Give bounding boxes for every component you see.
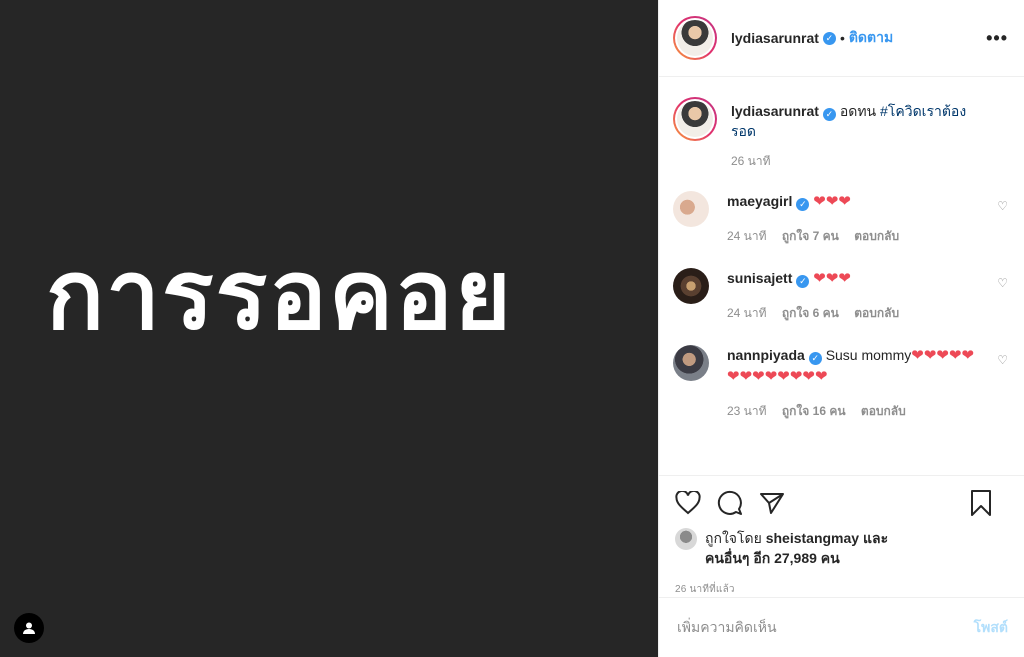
likes-middle: และ (862, 530, 889, 546)
comment-like-icon[interactable]: ♡ (997, 353, 1008, 367)
share-icon[interactable] (759, 491, 785, 515)
post-timestamp[interactable]: 26 นาทีที่แล้ว (675, 582, 1008, 597)
more-options-icon[interactable]: ••• (986, 28, 1008, 49)
post-media[interactable]: การรอคอย (0, 0, 658, 657)
likes-summary: ถูกใจโดย sheistangmay และ คนอื่นๆ อีก 27… (675, 528, 1008, 568)
commenter-avatar[interactable] (673, 191, 709, 227)
post-header: lydiasarunrat ✓ • ติดตาม ••• (659, 0, 1024, 77)
author-avatar[interactable] (673, 16, 717, 60)
comment-like-icon[interactable]: ♡ (997, 199, 1008, 213)
caption: lydiasarunrat ✓ อดทน #โควิดเราต้องรอด 26 … (673, 97, 1008, 171)
liker-avatar[interactable] (675, 528, 697, 550)
comment-likes[interactable]: ถูกใจ 16 คน (782, 404, 846, 418)
add-comment-input[interactable]: เพิ่มความคิดเห็น (677, 617, 974, 639)
liker-username[interactable]: sheistangmay (766, 530, 859, 546)
comment-hearts: ❤❤❤ (813, 193, 851, 210)
caption-avatar[interactable] (673, 97, 717, 141)
commenter-avatar[interactable] (673, 268, 709, 304)
comment-like-icon[interactable]: ♡ (997, 276, 1008, 290)
instagram-post-modal: การรอคอย lydiasarunrat ✓ • ติดตาม ••• ly… (0, 0, 1024, 657)
comment-username[interactable]: sunisajett (727, 270, 792, 286)
comment-time[interactable]: 24 นาที (727, 306, 767, 320)
comment-likes[interactable]: ถูกใจ 7 คน (782, 229, 839, 243)
reply-button[interactable]: ตอบกลับ (854, 306, 899, 320)
reply-button[interactable]: ตอบกลับ (861, 404, 906, 418)
like-heart-icon[interactable] (675, 491, 701, 515)
likes-prefix: ถูกใจโดย (705, 530, 762, 546)
comment-item: sunisajett ✓ ❤❤❤ 24 นาที ถูกใจ 6 คน ตอบกล… (673, 268, 1008, 323)
follow-button[interactable]: ติดตาม (849, 27, 893, 49)
comment-time[interactable]: 24 นาที (727, 229, 767, 243)
reply-button[interactable]: ตอบกลับ (854, 229, 899, 243)
comment-item: maeyagirl ✓ ❤❤❤ 24 นาที ถูกใจ 7 คน ตอบกลั… (673, 191, 1008, 246)
comments-list: lydiasarunrat ✓ อดทน #โควิดเราต้องรอด 26 … (659, 77, 1024, 475)
post-actions: ถูกใจโดย sheistangmay และ คนอื่นๆ อีก 27… (659, 475, 1024, 597)
separator-dot: • (839, 30, 845, 46)
author-username[interactable]: lydiasarunrat (731, 30, 819, 46)
verified-badge-icon: ✓ (808, 352, 822, 365)
comment-hearts: ❤❤❤ (813, 270, 851, 287)
comment-username[interactable]: maeyagirl (727, 193, 792, 209)
comment-time[interactable]: 23 นาที (727, 404, 767, 418)
comment-bubble-icon[interactable] (717, 490, 743, 516)
post-side-panel: lydiasarunrat ✓ • ติดตาม ••• lydiasarunr… (658, 0, 1024, 657)
likes-others[interactable]: คนอื่นๆ อีก 27,989 คน (705, 550, 840, 566)
comment-item: nannpiyada ✓ Susu mommy❤❤❤❤❤❤❤❤❤❤❤❤❤ 23 น… (673, 345, 1008, 421)
comment-text: Susu mommy (825, 347, 912, 363)
commenter-avatar[interactable] (673, 345, 709, 381)
post-comment-button[interactable]: โพสต์ (974, 617, 1008, 639)
verified-badge-icon: ✓ (822, 31, 836, 45)
verified-badge-icon: ✓ (822, 108, 836, 121)
media-text: การรอคอย (46, 239, 513, 351)
comment-username[interactable]: nannpiyada (727, 347, 805, 363)
caption-username[interactable]: lydiasarunrat (731, 103, 819, 119)
verified-badge-icon: ✓ (796, 275, 810, 288)
caption-time[interactable]: 26 นาที (731, 154, 771, 168)
bookmark-icon[interactable] (970, 489, 992, 517)
comment-likes[interactable]: ถูกใจ 6 คน (782, 306, 839, 320)
caption-text: อดทน (839, 103, 877, 119)
verified-badge-icon: ✓ (796, 198, 810, 211)
add-comment-bar: เพิ่มความคิดเห็น โพสต์ (659, 597, 1024, 657)
tagged-users-icon[interactable] (14, 613, 44, 643)
